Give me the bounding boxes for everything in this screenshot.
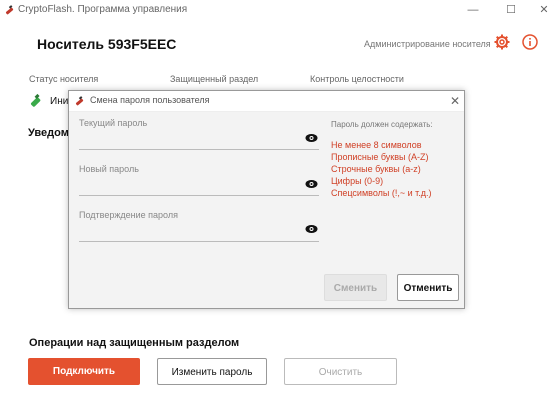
requirement-item: Спецсимволы (!,~ и т.д.) — [331, 188, 432, 198]
notifications-title: Уведом — [28, 127, 69, 139]
connect-button[interactable]: Подключить — [28, 358, 140, 385]
protected-label: Защищенный раздел — [170, 74, 259, 84]
gear-icon[interactable] — [494, 34, 510, 50]
new-password-input[interactable] — [79, 195, 319, 196]
device-id: 593F5EEC — [107, 36, 177, 52]
dialog-titlebar: Смена пароля пользователя ✕ — [69, 91, 464, 112]
change-password-dialog: Смена пароля пользователя ✕ Текущий паро… — [68, 90, 465, 309]
close-window-button[interactable]: ✕ — [533, 2, 555, 18]
change-password-button[interactable]: Изменить пароль — [157, 358, 267, 385]
dialog-change-button[interactable]: Сменить — [324, 274, 387, 301]
requirement-item: Прописные буквы (A-Z) — [331, 152, 429, 162]
window-title: CryptoFlash. Программа управления — [18, 4, 188, 15]
usb-key-icon — [75, 96, 84, 106]
minimize-button[interactable]: — — [462, 2, 484, 18]
eye-icon[interactable] — [305, 133, 318, 143]
requirements-title: Пароль должен содержать: — [331, 120, 433, 129]
operations-title: Операции над защищенным разделом — [29, 337, 240, 349]
current-password-label: Текущий пароль — [79, 118, 148, 128]
integrity-label: Контроль целостности — [310, 74, 404, 84]
eye-icon[interactable] — [305, 224, 318, 234]
maximize-button[interactable]: ☐ — [500, 2, 522, 18]
requirement-item: Строчные буквы (a-z) — [331, 164, 421, 174]
usb-key-icon — [5, 5, 14, 15]
window-titlebar: CryptoFlash. Программа управления — ☐ ✕ — [0, 0, 557, 20]
info-icon[interactable] — [522, 34, 538, 50]
dialog-close-button[interactable]: ✕ — [450, 94, 460, 108]
status-value: Ини — [50, 96, 69, 107]
dialog-title: Смена пароля пользователя — [90, 95, 210, 105]
current-password-input[interactable] — [79, 149, 319, 150]
new-password-label: Новый пароль — [79, 164, 139, 174]
confirm-password-input[interactable] — [79, 241, 319, 242]
confirm-password-label: Подтверждение пароля — [79, 210, 178, 220]
dialog-cancel-button[interactable]: Отменить — [397, 274, 459, 301]
usb-status-icon — [30, 93, 41, 107]
clear-button[interactable]: Очистить — [284, 358, 397, 385]
title-prefix: Носитель — [37, 36, 105, 52]
requirement-item: Цифры (0-9) — [331, 176, 384, 186]
requirement-item: Не менее 8 символов — [331, 140, 422, 150]
status-label: Статус носителя — [29, 74, 99, 84]
admin-link[interactable]: Администрирование носителя — [364, 39, 491, 49]
page-title: Носитель 593F5EEC — [37, 36, 176, 52]
eye-icon[interactable] — [305, 179, 318, 189]
